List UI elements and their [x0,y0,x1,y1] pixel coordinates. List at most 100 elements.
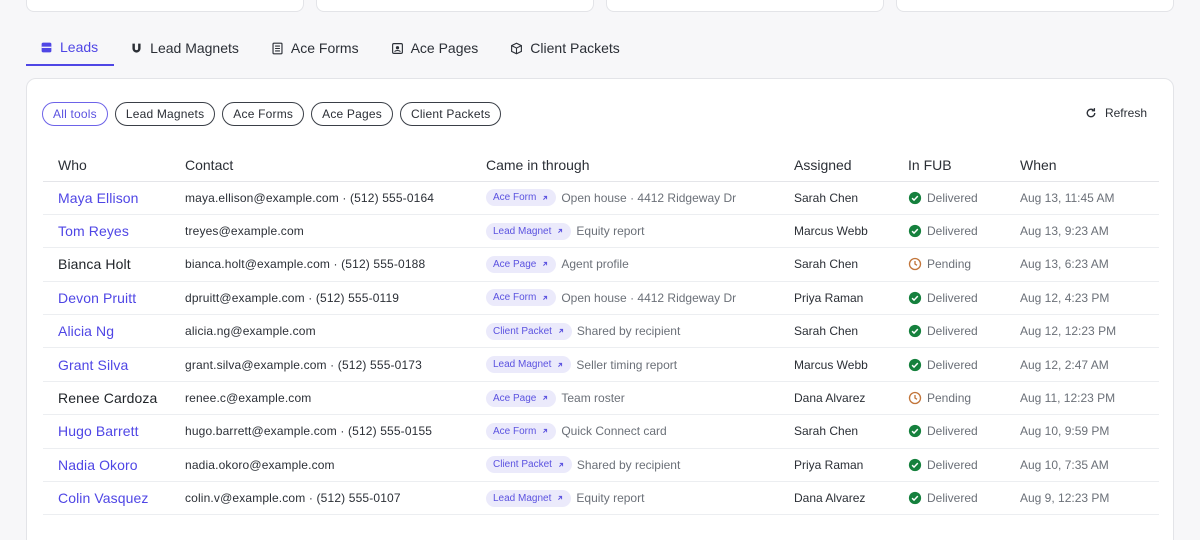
tool-badge[interactable]: Ace Form [486,189,557,207]
filter-all-tools[interactable]: All tools [42,102,108,126]
filter-ace-forms[interactable]: Ace Forms [222,102,305,126]
fub-status: Delivered [927,224,978,239]
table-row[interactable]: Devon Pruitt dpruitt@example.com · (512) … [43,281,1159,316]
lead-name[interactable]: Nadia Okoro [58,457,138,473]
tool-badge-label: Ace Form [493,292,537,304]
table-header-row: Who Contact Came in through Assigned In … [43,149,1159,182]
lead-name[interactable]: Alicia Ng [58,323,114,339]
cell-came-in-through: Client Packet Shared by recipient [486,314,794,349]
summary-card [316,0,594,12]
cell-came-in-through: Lead Magnet Seller timing report [486,347,794,382]
cell-contact: colin.v@example.com · (512) 555-0107 [185,481,486,516]
external-link-icon [543,429,548,434]
refresh-button[interactable]: Refresh [1085,106,1147,120]
tab-label: Ace Pages [410,40,479,56]
external-link-icon [558,496,563,501]
cell-contact: renee.c@example.com [185,381,486,416]
filter-client-packets[interactable]: Client Packets [399,102,502,126]
cell-in-fub: Delivered [908,414,1020,449]
lead-name[interactable]: Maya Ellison [58,190,139,206]
tool-badge-label: Ace Page [493,392,537,404]
column-header-when: When [1020,149,1159,182]
lead-name[interactable]: Hugo Barrett [58,423,139,439]
cell-who: Devon Pruitt [43,281,185,316]
tool-badge[interactable]: Ace Form [486,289,557,307]
cell-assigned: Dana Alvarez [794,481,908,516]
lead-contact: grant.silva@example.com · (512) 555-0173 [185,357,422,372]
tool-badge-label: Client Packet [493,459,552,471]
filter-lead-magnets[interactable]: Lead Magnets [114,102,216,126]
lead-contact: renee.c@example.com [185,391,312,406]
lead-contact: nadia.okoro@example.com [185,457,335,472]
cell-contact: hugo.barrett@example.com · (512) 555-015… [185,414,486,449]
check-circle-icon [908,425,922,438]
fub-status: Delivered [927,457,978,472]
table-row[interactable]: Colin Vasquez colin.v@example.com · (512)… [43,481,1159,516]
cell-who: Hugo Barrett [43,414,185,449]
column-header-assigned: Assigned [794,149,908,182]
table-row[interactable]: Alicia Ng alicia.ng@example.com Client Pac… [43,314,1159,349]
external-link-icon [558,462,564,467]
lead-timestamp: Aug 12, 2:47 AM [1020,357,1109,372]
cell-when: Aug 10, 7:35 AM [1020,448,1159,483]
filter-ace-pages[interactable]: Ace Pages [311,102,393,126]
lead-timestamp: Aug 12, 12:23 PM [1020,324,1117,339]
table-row[interactable]: Tom Reyes treyes@example.com Lead Magnet Eq… [43,214,1159,249]
cell-assigned: Dana Alvarez [794,381,908,416]
tool-badge[interactable]: Ace Page [486,389,557,407]
assigned-agent: Priya Raman [794,290,864,305]
cell-who: Renee Cardoza [43,381,185,416]
tool-badge[interactable]: Lead Magnet [486,489,572,507]
table-row[interactable]: Nadia Okoro nadia.okoro@example.com Client… [43,448,1159,483]
source-detail: Agent profile [561,257,629,272]
assigned-agent: Sarah Chen [794,257,859,272]
tab-ace-pages[interactable]: Ace Pages [375,30,495,66]
tool-badge[interactable]: Ace Form [486,422,557,440]
lead-timestamp: Aug 13, 9:23 AM [1020,224,1109,239]
cell-came-in-through: Ace Page Agent profile [486,247,794,282]
table-row[interactable]: Grant Silva grant.silva@example.com · (51… [43,347,1159,382]
cell-contact: maya.ellison@example.com · (512) 555-016… [185,181,486,215]
tool-badge[interactable]: Client Packet [486,322,572,340]
lead-timestamp: Aug 10, 7:35 AM [1020,457,1109,472]
lead-timestamp: Aug 9, 12:23 PM [1020,491,1110,506]
lead-name[interactable]: Colin Vasquez [58,490,149,506]
fub-status: Delivered [927,424,978,439]
lead-name: Renee Cardoza [58,390,158,407]
lead-name[interactable]: Grant Silva [58,357,128,373]
table-row[interactable]: Maya Ellison maya.ellison@example.com · (… [43,181,1159,215]
cell-in-fub: Delivered [908,481,1020,516]
cell-assigned: Sarah Chen [794,181,908,215]
table-row[interactable]: Bianca Holt bianca.holt@example.com · (51… [43,247,1159,282]
external-link-icon [558,329,564,334]
cell-when: Aug 13, 11:45 AM [1020,181,1159,215]
cell-in-fub: Delivered [908,181,1020,215]
lead-name[interactable]: Devon Pruitt [58,290,136,306]
tool-badge[interactable]: Ace Page [486,255,557,273]
form-icon [272,42,283,54]
tab-client-packets[interactable]: Client Packets [494,30,635,66]
cell-who: Bianca Holt [43,247,185,282]
tab-ace-forms[interactable]: Ace Forms [255,30,375,66]
tab-lead-magnets[interactable]: Lead Magnets [114,30,255,66]
tab-leads[interactable]: Leads [26,30,115,66]
table-row[interactable]: Hugo Barrett hugo.barrett@example.com · (… [43,414,1159,449]
magnet-icon [132,43,141,53]
tool-badge[interactable]: Lead Magnet [486,222,572,240]
filter-pills: All tools Lead Magnets Ace Forms Ace Pag… [42,102,502,126]
external-link-icon [543,262,548,267]
table-row[interactable]: Renee Cardoza renee.c@example.com Ace Page… [43,381,1159,416]
lead-contact: maya.ellison@example.com · (512) 555-016… [185,190,435,205]
tool-badge-label: Ace Page [493,258,537,270]
page-icon [391,42,403,54]
cell-assigned: Priya Raman [794,281,908,316]
lead-timestamp: Aug 10, 9:59 PM [1020,424,1110,439]
lead-name[interactable]: Tom Reyes [58,223,129,239]
lead-contact: hugo.barrett@example.com · (512) 555-015… [185,424,433,439]
cell-when: Aug 13, 9:23 AM [1020,214,1159,249]
summary-card [606,0,884,12]
summary-cards [26,0,1174,12]
tool-badge[interactable]: Client Packet [486,456,572,474]
cell-assigned: Marcus Webb [794,214,908,249]
tool-badge[interactable]: Lead Magnet [486,356,572,374]
